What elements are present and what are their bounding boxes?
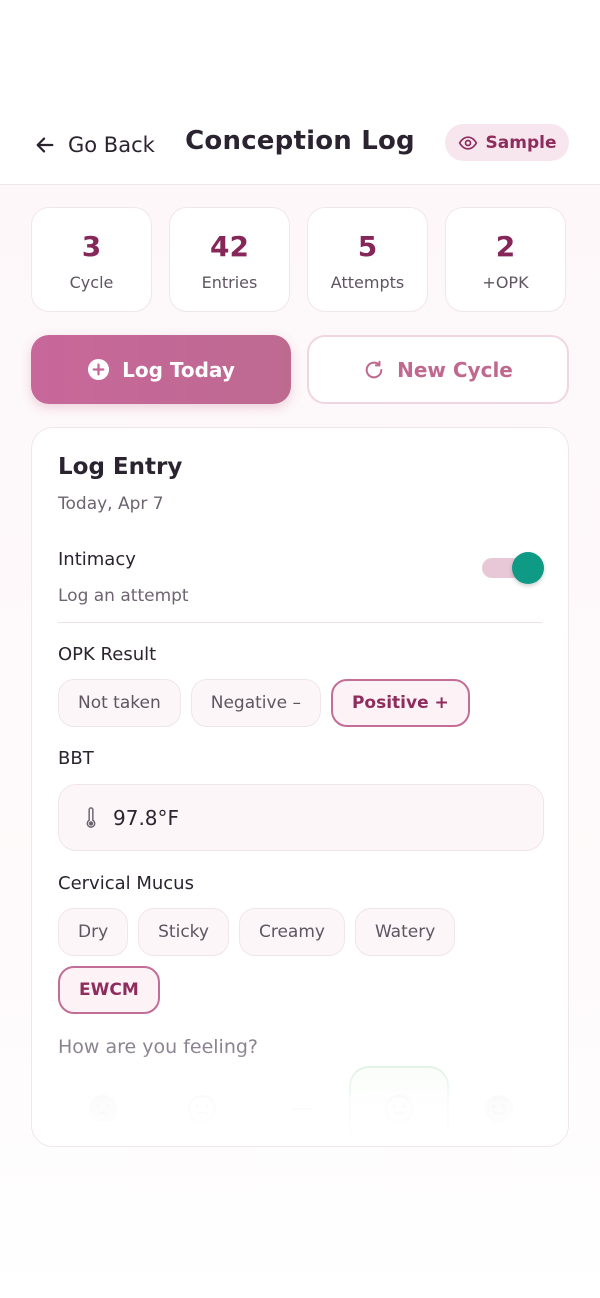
stats-row: 3 Cycle 42 Entries 5 Attempts 2 +OPK — [31, 207, 569, 312]
mucus-option-creamy[interactable]: Creamy — [238, 908, 345, 956]
mood-option[interactable] — [384, 1094, 414, 1124]
opk-options: Not taken Negative – Positive + — [58, 679, 470, 727]
neutral-face-icon — [291, 1108, 313, 1110]
mucus-options-row2: EWCM — [58, 966, 160, 1014]
opk-option-not-taken[interactable]: Not taken — [58, 679, 181, 727]
mood-option[interactable] — [484, 1094, 514, 1124]
opk-option-negative[interactable]: Negative – — [190, 679, 321, 727]
refresh-icon — [365, 360, 383, 378]
card-title: Log Entry — [58, 454, 183, 480]
happy-face-icon — [385, 1095, 413, 1123]
divider — [58, 622, 542, 623]
entry-date: Today, Apr 7 — [58, 494, 164, 514]
intimacy-toggle[interactable] — [482, 552, 544, 584]
toggle-knob — [512, 552, 544, 584]
worried-face-icon — [188, 1095, 216, 1123]
action-buttons: Log Today New Cycle — [31, 335, 569, 404]
main-content: 3 Cycle 42 Entries 5 Attempts 2 +OPK Log… — [0, 185, 600, 1298]
stat-value: 3 — [81, 230, 102, 263]
stat-label: Cycle — [69, 273, 114, 292]
stat-label: +OPK — [482, 273, 529, 292]
sad-face-icon — [89, 1095, 117, 1123]
mood-option[interactable] — [88, 1094, 118, 1124]
bbt-value: 97.8°F — [113, 805, 180, 830]
log-entry-card: Log Entry Today, Apr 7 Intimacy Log an a… — [31, 427, 569, 1147]
mucus-options: Dry Sticky Creamy Watery — [58, 908, 456, 956]
stat-attempts: 5 Attempts — [307, 207, 428, 312]
stat-cycle: 3 Cycle — [31, 207, 152, 312]
stat-entries: 42 Entries — [169, 207, 290, 312]
log-today-button[interactable]: Log Today — [31, 335, 291, 404]
opk-option-positive[interactable]: Positive + — [330, 679, 470, 727]
mood-option[interactable] — [187, 1094, 217, 1124]
top-bar: Go Back Conception Log Sample — [0, 104, 600, 185]
new-cycle-label: New Cycle — [397, 357, 513, 382]
intimacy-sublabel: Log an attempt — [58, 586, 189, 606]
mucus-option-watery[interactable]: Watery — [354, 908, 456, 956]
stat-value: 42 — [210, 230, 249, 263]
log-today-label: Log Today — [122, 357, 235, 382]
stat-value: 2 — [495, 230, 516, 263]
stat-label: Entries — [201, 273, 258, 292]
sample-badge-label: Sample — [485, 132, 557, 153]
stat-value: 5 — [357, 230, 378, 263]
stat-opk: 2 +OPK — [445, 207, 566, 312]
plus-circle-icon — [88, 358, 110, 381]
bbt-input[interactable]: 97.8°F — [58, 784, 544, 851]
stat-label: Attempts — [330, 273, 405, 292]
very-happy-face-icon — [485, 1095, 513, 1123]
mood-option[interactable] — [287, 1094, 317, 1124]
mucus-option-ewcm[interactable]: EWCM — [58, 966, 160, 1014]
mucus-option-dry[interactable]: Dry — [58, 908, 129, 956]
thermometer-icon — [86, 806, 96, 828]
new-cycle-button[interactable]: New Cycle — [307, 335, 569, 404]
eye-icon — [458, 135, 477, 150]
intimacy-label: Intimacy — [58, 549, 136, 570]
mood-selector — [58, 1064, 548, 1146]
sample-badge[interactable]: Sample — [445, 124, 569, 161]
mucus-label: Cervical Mucus — [58, 873, 194, 894]
mucus-option-sticky[interactable]: Sticky — [138, 908, 229, 956]
opk-label: OPK Result — [58, 644, 157, 665]
feeling-label: How are you feeling? — [58, 1036, 259, 1058]
bbt-label: BBT — [58, 748, 94, 769]
